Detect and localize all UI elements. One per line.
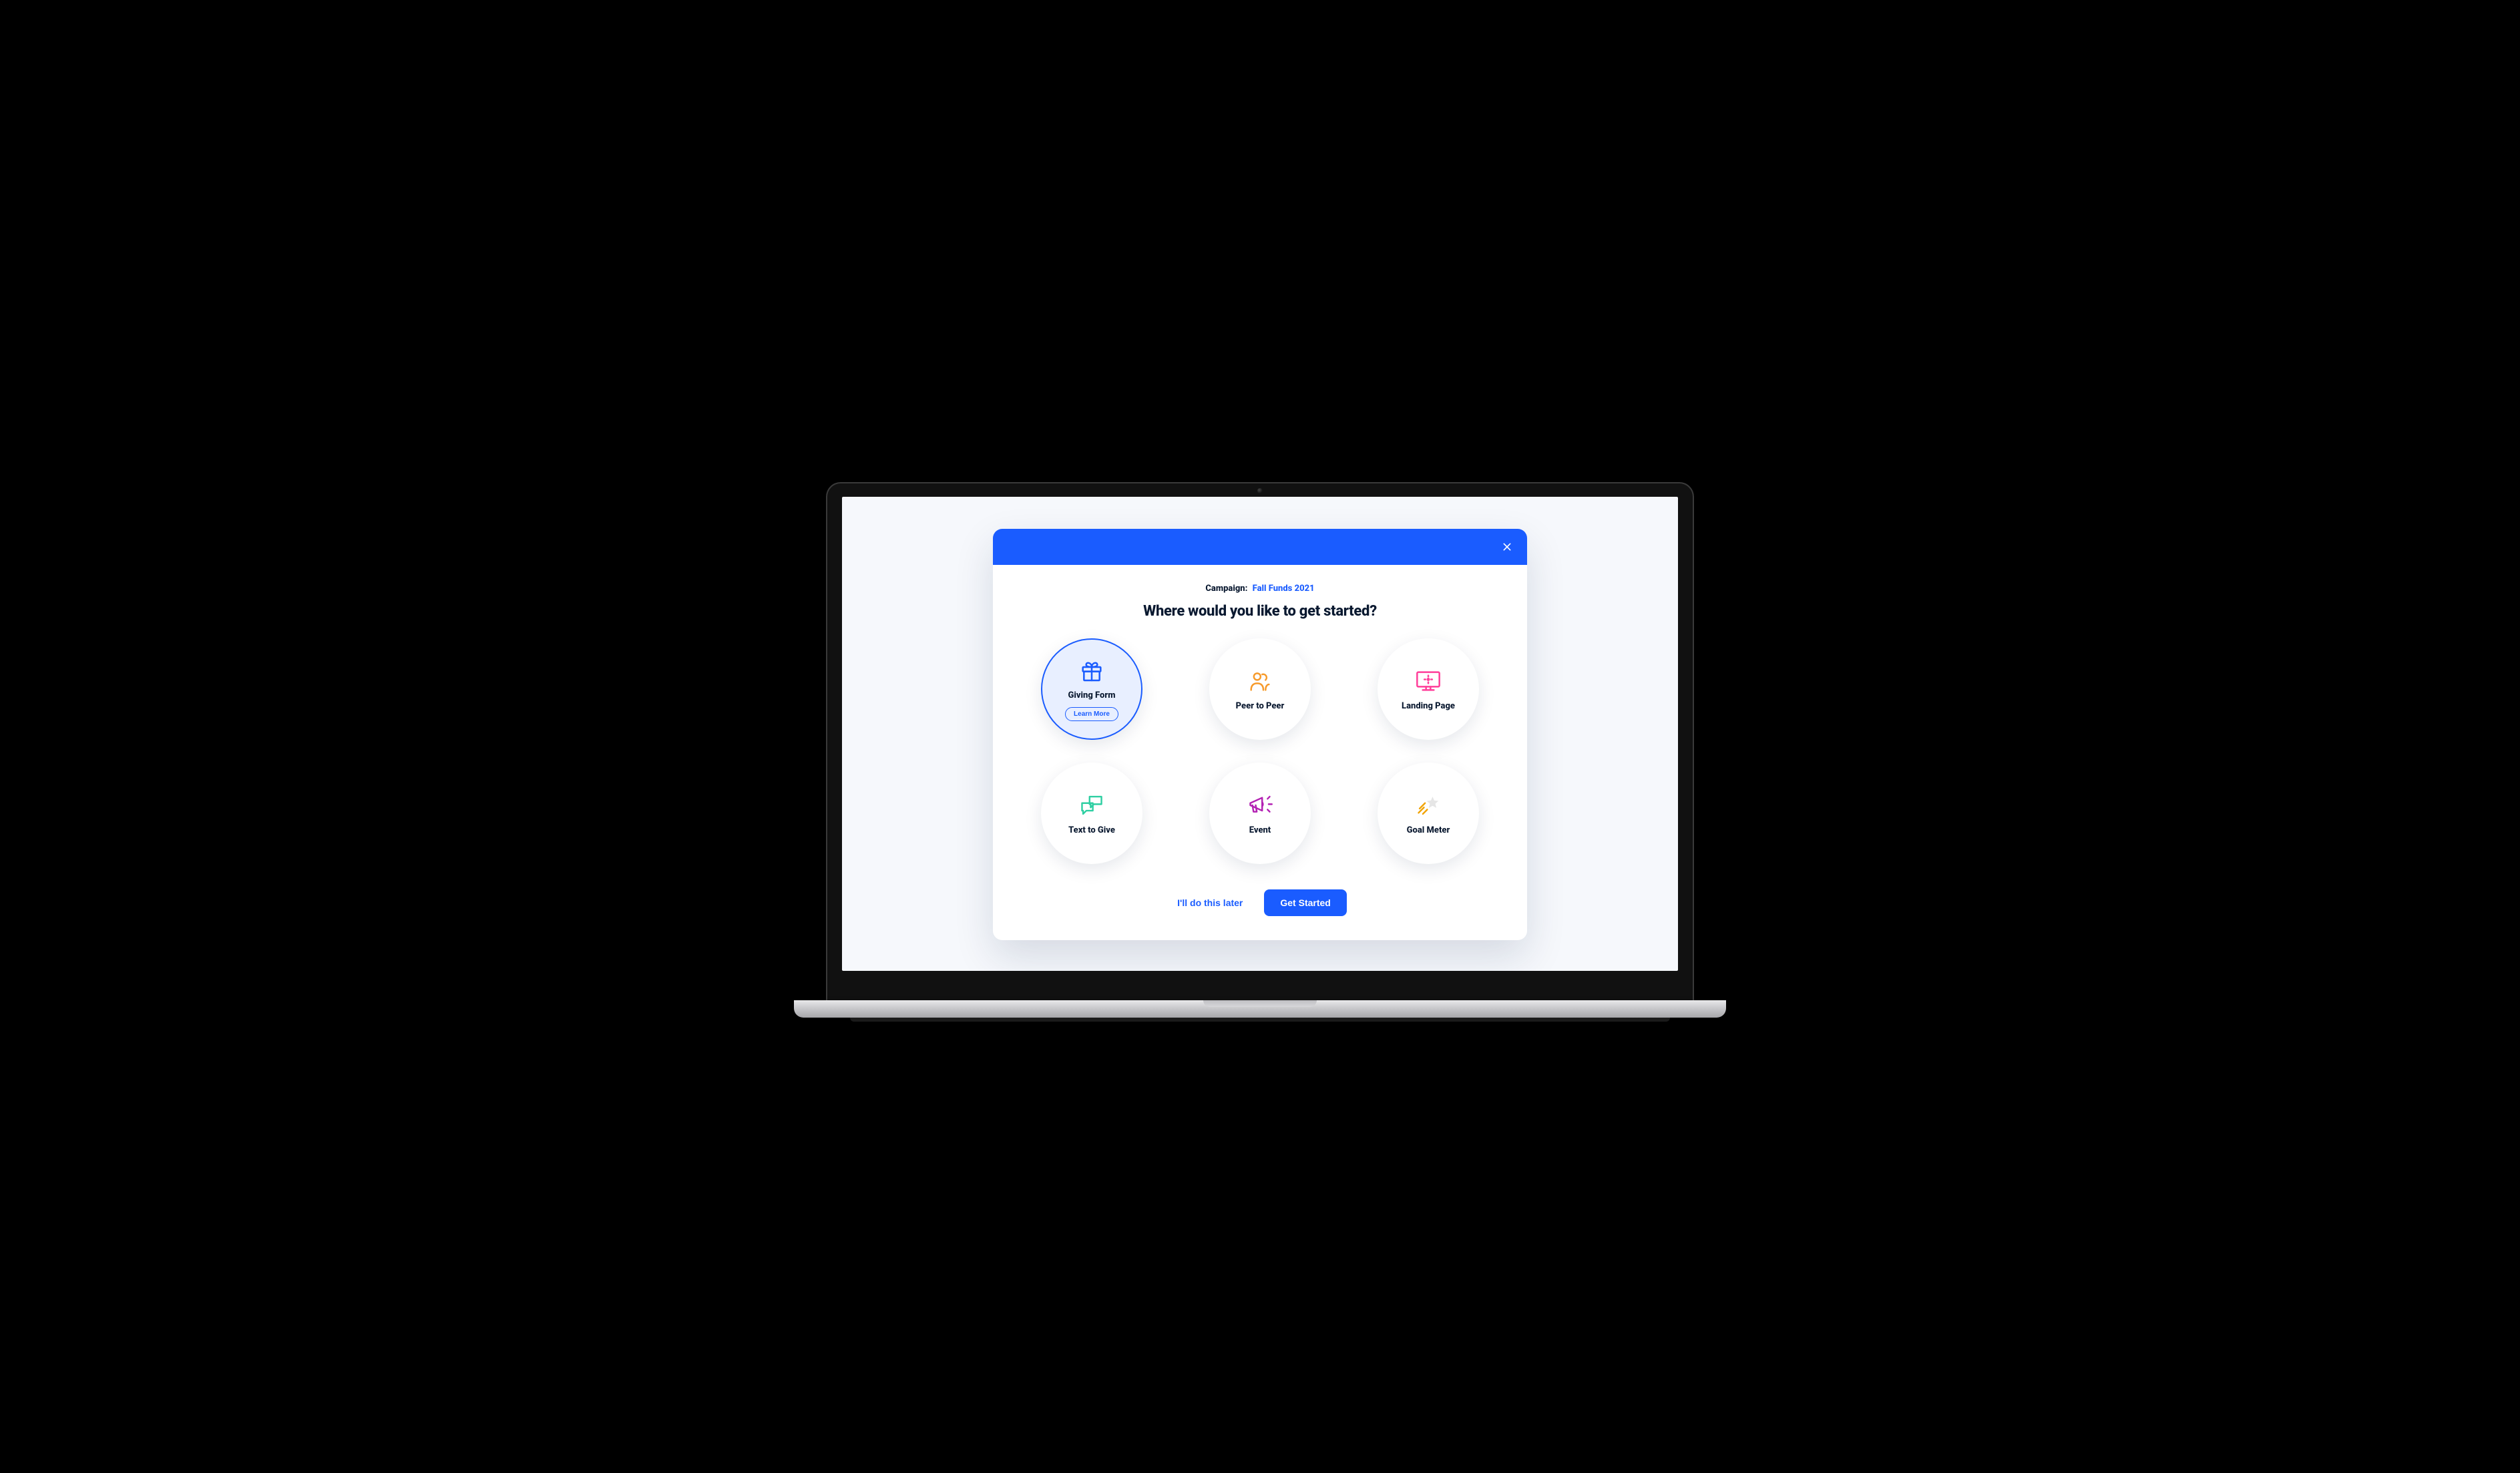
- close-icon[interactable]: [1502, 542, 1512, 552]
- modal-body: Campaign: Fall Funds 2021 Where would yo…: [993, 565, 1527, 940]
- laptop-base: [794, 1000, 1726, 1018]
- campaign-label: Campaign:: [1205, 584, 1247, 594]
- laptop-screen: Campaign: Fall Funds 2021 Where would yo…: [842, 497, 1678, 971]
- shooting-star-icon: [1414, 792, 1442, 819]
- gift-icon: [1078, 657, 1105, 684]
- people-icon: [1247, 668, 1273, 694]
- option-label: Event: [1249, 825, 1271, 835]
- option-text-to-give[interactable]: Text to Give: [1041, 763, 1142, 864]
- campaign-line: Campaign: Fall Funds 2021: [1025, 584, 1495, 594]
- option-giving-form[interactable]: Giving Form Learn More: [1041, 638, 1142, 740]
- option-label: Goal Meter: [1407, 825, 1450, 835]
- option-label: Text to Give: [1068, 825, 1115, 835]
- chat-icon: [1078, 792, 1106, 819]
- laptop-bezel: Campaign: Fall Funds 2021 Where would yo…: [826, 482, 1694, 1000]
- option-peer-to-peer[interactable]: Peer to Peer: [1209, 638, 1311, 740]
- page-title: Where would you like to get started?: [1025, 603, 1495, 620]
- laptop-mockup: Campaign: Fall Funds 2021 Where would yo…: [826, 482, 1694, 1018]
- option-label: Peer to Peer: [1236, 701, 1285, 711]
- do-later-button[interactable]: I'll do this later: [1173, 897, 1247, 909]
- option-label: Giving Form: [1068, 690, 1116, 700]
- option-label: Landing Page: [1402, 701, 1455, 711]
- get-started-button[interactable]: Get Started: [1264, 889, 1346, 916]
- option-event[interactable]: Event: [1209, 763, 1311, 864]
- onboarding-modal: Campaign: Fall Funds 2021 Where would yo…: [993, 529, 1527, 940]
- option-goal-meter[interactable]: Goal Meter: [1378, 763, 1479, 864]
- option-landing-page[interactable]: Landing Page: [1378, 638, 1479, 740]
- campaign-link[interactable]: Fall Funds 2021: [1253, 584, 1315, 594]
- modal-header: [993, 529, 1527, 565]
- modal-actions: I'll do this later Get Started: [1025, 889, 1495, 916]
- monitor-icon: [1414, 668, 1443, 694]
- laptop-camera: [1257, 488, 1263, 493]
- learn-more-button[interactable]: Learn More: [1065, 707, 1118, 721]
- options-grid: Giving Form Learn More: [1025, 638, 1495, 864]
- megaphone-icon: [1246, 792, 1274, 819]
